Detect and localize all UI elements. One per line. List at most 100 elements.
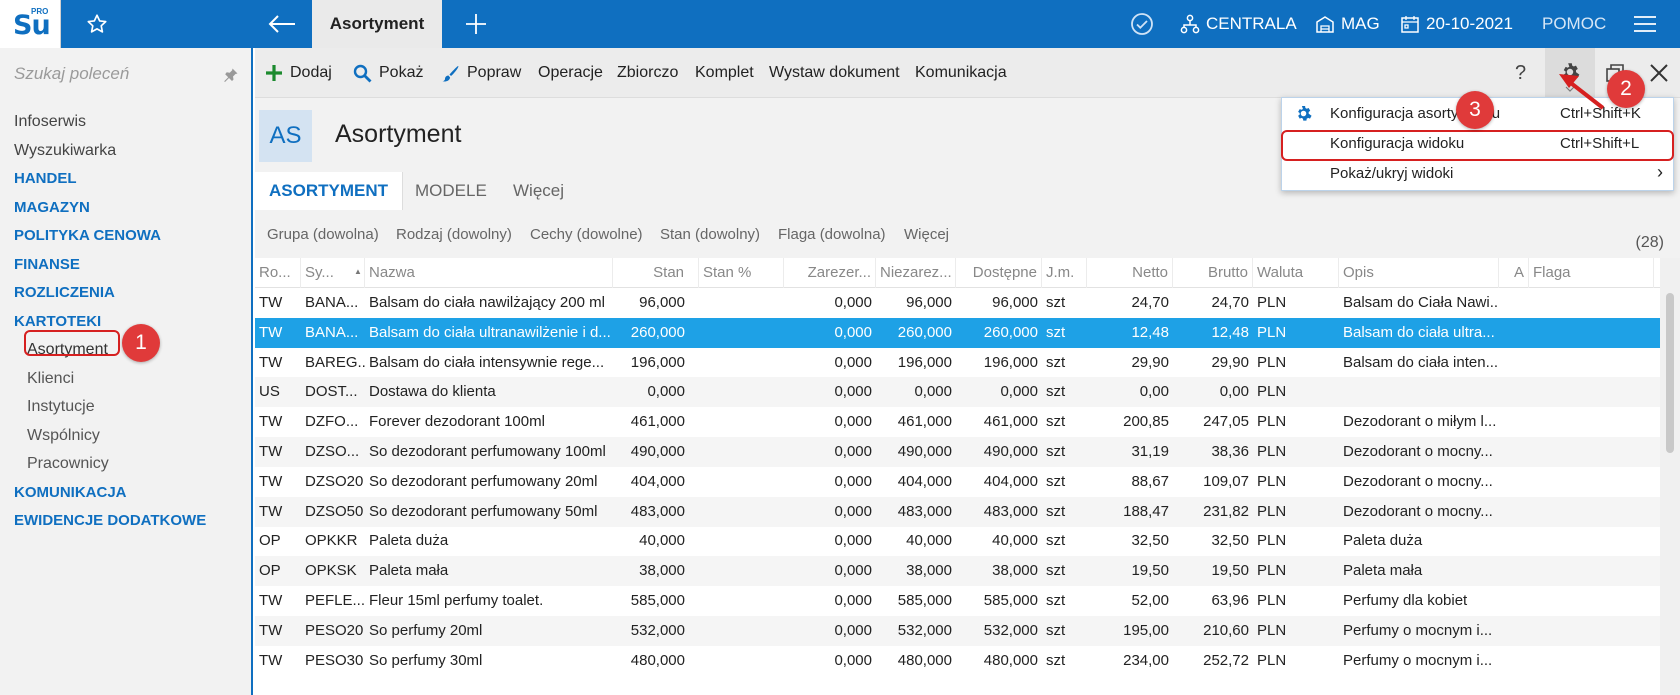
column-header[interactable]: Waluta	[1253, 258, 1339, 288]
column-header[interactable]: Nazwa	[365, 258, 613, 288]
sidebar-item-ewidencje-dodatkowe[interactable]: EWIDENCJE DODATKOWE	[14, 507, 249, 536]
table-cell: Paleta mała	[369, 562, 449, 580]
sidebar-item-pracownicy[interactable]: Pracownicy	[14, 450, 249, 479]
column-header[interactable]: J.m.	[1042, 258, 1087, 288]
column-header[interactable]: Dostępne	[956, 258, 1042, 288]
sidebar-item-finanse[interactable]: FINANSE	[14, 251, 249, 280]
hamburger-menu-icon[interactable]	[1625, 0, 1665, 48]
show-button[interactable]: Pokaż	[353, 48, 423, 98]
column-header[interactable]: Ro...	[255, 258, 301, 288]
table-cell: PLN	[1257, 592, 1287, 609]
sidebar-item-komunikacja[interactable]: KOMUNIKACJA	[14, 479, 249, 508]
column-header[interactable]: Opis	[1339, 258, 1499, 288]
add-button[interactable]: Dodaj	[265, 48, 332, 98]
column-header[interactable]: Zarezer...	[784, 258, 876, 288]
table-row[interactable]: TW BANA... Balsam do ciała nawilżający 200…	[255, 288, 1660, 318]
table-cell: PEFLE...	[305, 592, 365, 609]
tab-asortyment[interactable]: Asortyment	[312, 0, 442, 48]
date-selector[interactable]: 20-10-2021	[1400, 0, 1513, 48]
sidebar-item-klienci[interactable]: Klienci	[14, 365, 249, 394]
filter-more[interactable]: Więcej	[904, 226, 949, 243]
new-tab-plus-icon[interactable]	[458, 0, 494, 48]
filter-group[interactable]: Grupa (dowolna)	[267, 226, 379, 243]
column-header[interactable]: Stan	[613, 258, 699, 288]
chevron-right-icon: ›	[1657, 162, 1663, 182]
table-cell	[699, 526, 784, 556]
menu-item-show-hide-views[interactable]: Pokaż/ukryj widoki ›	[1282, 159, 1675, 188]
pin-icon[interactable]	[223, 67, 239, 88]
filter-stock[interactable]: Stan (dowolny)	[660, 226, 760, 243]
table-cell: 404,000	[630, 472, 685, 490]
table-cell: 188,47	[1123, 502, 1169, 520]
back-arrow-icon[interactable]	[262, 0, 302, 48]
command-search-input[interactable]: Szukaj poleceń	[14, 64, 129, 84]
sidebar-item-infoserwis[interactable]: Infoserwis	[14, 108, 249, 137]
table-cell: 0,000	[834, 413, 872, 431]
column-header[interactable]: Flaga	[1529, 258, 1654, 288]
column-header[interactable]: Niezarez...	[876, 258, 956, 288]
sidebar-item-wyszukiwarka[interactable]: Wyszukiwarka	[14, 137, 249, 166]
sidebar-item-handel[interactable]: HANDEL	[14, 165, 249, 194]
close-icon[interactable]	[1650, 48, 1675, 98]
filter-flag[interactable]: Flaga (dowolna)	[778, 226, 886, 243]
sidebar-item-wspolnicy[interactable]: Wspólnicy	[14, 422, 249, 451]
tab-more[interactable]: Więcej	[513, 172, 564, 210]
table-cell: 88,67	[1131, 472, 1169, 490]
help-question-icon[interactable]: ?	[1515, 48, 1526, 98]
table-cell: DZSO...	[305, 443, 360, 460]
issue-document-button[interactable]: Wystaw dokument	[769, 48, 900, 98]
edit-button[interactable]: Popraw	[441, 48, 521, 98]
table-row[interactable]: TW PESO20 So perfumy 20ml 532,000 0,000 532,0…	[255, 615, 1660, 646]
table-cell	[1529, 556, 1654, 586]
app-logo[interactable]: Su PRO	[0, 0, 61, 48]
help-link[interactable]: POMOC	[1542, 0, 1606, 48]
sidebar-item-polityka-cenowa[interactable]: POLITYKA CENOWA	[14, 222, 249, 251]
column-header[interactable]: Brutto	[1173, 258, 1253, 288]
table-cell: OPKKR	[305, 532, 358, 550]
table-row[interactable]: TW DZSO... So dezodorant perfumowany 100ml…	[255, 437, 1660, 467]
table-cell: Paleta mała	[1343, 562, 1423, 580]
table-row[interactable]: TW PEFLE... Fleur 15ml perfumy toalet. 585,…	[255, 586, 1660, 616]
filter-features[interactable]: Cechy (dowolne)	[530, 226, 643, 243]
table-row[interactable]: OP OPKSK Paleta mała 38,000 0,000 38,000 38,00…	[255, 556, 1660, 587]
table-row[interactable]: TW PESO30 So perfumy 30ml 480,000 0,000 480,0…	[255, 646, 1660, 676]
table-cell: 0,00	[1139, 383, 1169, 401]
operations-button[interactable]: Operacje	[538, 48, 603, 98]
set-button[interactable]: Komplet	[695, 48, 754, 98]
warehouse-selector[interactable]: MAG	[1315, 0, 1380, 48]
search-icon	[353, 64, 372, 82]
scrollbar-thumb[interactable]	[1666, 293, 1674, 453]
column-header[interactable]: Netto	[1087, 258, 1173, 288]
filter-type[interactable]: Rodzaj (dowolny)	[396, 226, 512, 243]
column-header[interactable]: Stan %	[699, 258, 784, 288]
summary-button[interactable]: Zbiorczo	[617, 48, 678, 98]
table-row[interactable]: TW BANA... Balsam do ciała ultranawilżenie…	[255, 317, 1660, 348]
table-row[interactable]: TW BAREG... Balsam do ciała intensywnie re…	[255, 348, 1660, 378]
table-row[interactable]: TW DZSO50 So dezodorant perfumowany 50ml 48…	[255, 496, 1660, 527]
table-cell: PLN	[1257, 294, 1287, 311]
table-row[interactable]: US DOST... Dostawa do klienta 0,000 0,000 0,0…	[255, 377, 1660, 408]
table-cell: 585,000	[983, 592, 1038, 609]
favorite-star-icon[interactable]	[75, 0, 119, 48]
column-header[interactable]: A	[1499, 258, 1529, 288]
status-check-icon[interactable]	[1125, 0, 1159, 48]
table-cell: 480,000	[983, 651, 1038, 669]
table-row[interactable]: TW DZFO... Forever dezodorant 100ml 461,000…	[255, 407, 1660, 437]
table-cell	[1499, 348, 1529, 378]
callout-badge-1: 1	[122, 324, 160, 362]
table-cell: szt	[1046, 592, 1066, 609]
table-cell: 40,000	[639, 532, 685, 550]
sidebar-item-magazyn[interactable]: MAGAZYN	[14, 194, 249, 223]
tab-assortment[interactable]: ASORTYMENT	[255, 172, 403, 210]
table-row[interactable]: OP OPKKR Paleta duża 40,000 0,000 40,000 40,00…	[255, 526, 1660, 556]
sidebar-item-instytucje[interactable]: Instytucje	[14, 393, 249, 422]
menu-item-label: Pokaż/ukryj widoki	[1330, 165, 1454, 182]
sidebar-item-rozliczenia[interactable]: ROZLICZENIA	[14, 279, 249, 308]
org-selector[interactable]: CENTRALA	[1180, 0, 1297, 48]
sort-ascending-icon[interactable]: ▲	[354, 267, 362, 276]
table-row[interactable]: TW DZSO20 So dezodorant perfumowany 20ml 40…	[255, 467, 1660, 497]
table-cell: So dezodorant perfumowany 20ml	[369, 472, 598, 490]
table-cell: TW	[259, 502, 283, 520]
communication-button[interactable]: Komunikacja	[915, 48, 1007, 98]
tab-models[interactable]: MODELE	[415, 172, 487, 210]
